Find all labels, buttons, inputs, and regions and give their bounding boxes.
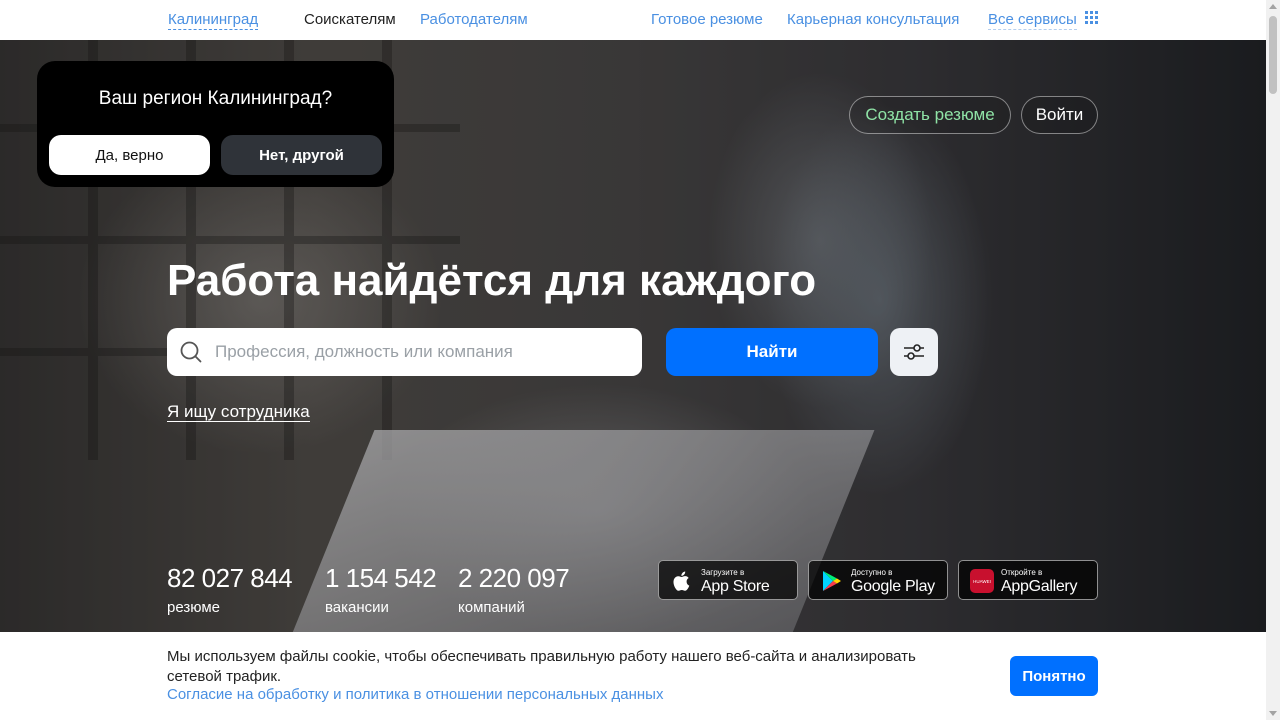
store-caption: Доступно в [851,568,893,577]
huawei-icon: HUAWEI [970,569,994,593]
stat-label: вакансии [325,599,389,616]
nav-seekers[interactable]: Соискателям [304,11,396,28]
privacy-policy-link[interactable]: Согласие на обработку и политика в отнош… [167,686,663,703]
nav-employers[interactable]: Работодателям [420,11,528,28]
nav-ready-resume[interactable]: Готовое резюме [651,11,763,28]
stat-label: компаний [458,599,525,616]
find-button[interactable]: Найти [666,328,878,376]
search-icon [180,341,202,363]
store-caption: Откройте в [1001,568,1043,577]
filter-button[interactable] [890,328,938,376]
nav-all-services[interactable]: Все сервисы [988,11,1077,30]
huawei-logo-text: HUAWEI [973,579,991,584]
google-play-icon [823,571,841,591]
region-change-button[interactable]: Нет, другой [221,135,382,175]
filter-icon [904,344,924,360]
store-name: App Store [701,578,770,595]
cookie-accept-button[interactable]: Понятно [1010,656,1098,696]
region-popup: Ваш регион Калининград? Да, верно Нет, д… [37,61,394,187]
stat-value: 1 154 542 [325,563,437,593]
search-input[interactable] [215,328,635,376]
app-store-button[interactable]: Загрузите в App Store [658,560,798,600]
stat-value: 2 220 097 [458,563,570,593]
cookie-text: Мы используем файлы cookie, чтобы обеспе… [167,648,916,685]
google-play-button[interactable]: Доступно в Google Play [808,560,948,600]
scroll-down-icon[interactable] [1269,711,1277,716]
employer-search-link[interactable]: Я ищу сотрудника [167,403,310,422]
search-box [167,328,642,376]
nav-career-consultation[interactable]: Карьерная консультация [787,11,959,28]
store-name: Google Play [851,578,935,595]
app-gallery-button[interactable]: HUAWEI Откройте в AppGallery [958,560,1098,600]
scroll-up-icon[interactable] [1269,4,1277,9]
stat-value: 82 027 844 [167,563,293,593]
scroll-thumb[interactable] [1269,16,1277,94]
cookie-banner: Мы используем файлы cookie, чтобы обеспе… [0,632,1266,720]
create-resume-button[interactable]: Создать резюме [849,96,1011,134]
store-caption: Загрузите в [701,568,745,577]
apple-icon [673,571,690,591]
stat-vacancies: 1 154 542 вакансии [325,563,437,616]
page-title: Работа найдётся для каждого [167,256,817,305]
grid-icon[interactable] [1085,11,1098,24]
stat-label: резюме [167,599,220,616]
top-nav: Калининград Соискателям Работодателям Го… [0,0,1266,40]
store-name: AppGallery [1001,578,1078,595]
login-button[interactable]: Войти [1021,96,1098,134]
stat-companies: 2 220 097 компаний [458,563,570,616]
page-scrollbar[interactable] [1266,0,1280,720]
stat-resumes: 82 027 844 резюме [167,563,293,616]
region-confirm-button[interactable]: Да, верно [49,135,210,175]
region-link[interactable]: Калининград [168,11,259,30]
region-question: Ваш регион Калининград? [98,88,333,109]
